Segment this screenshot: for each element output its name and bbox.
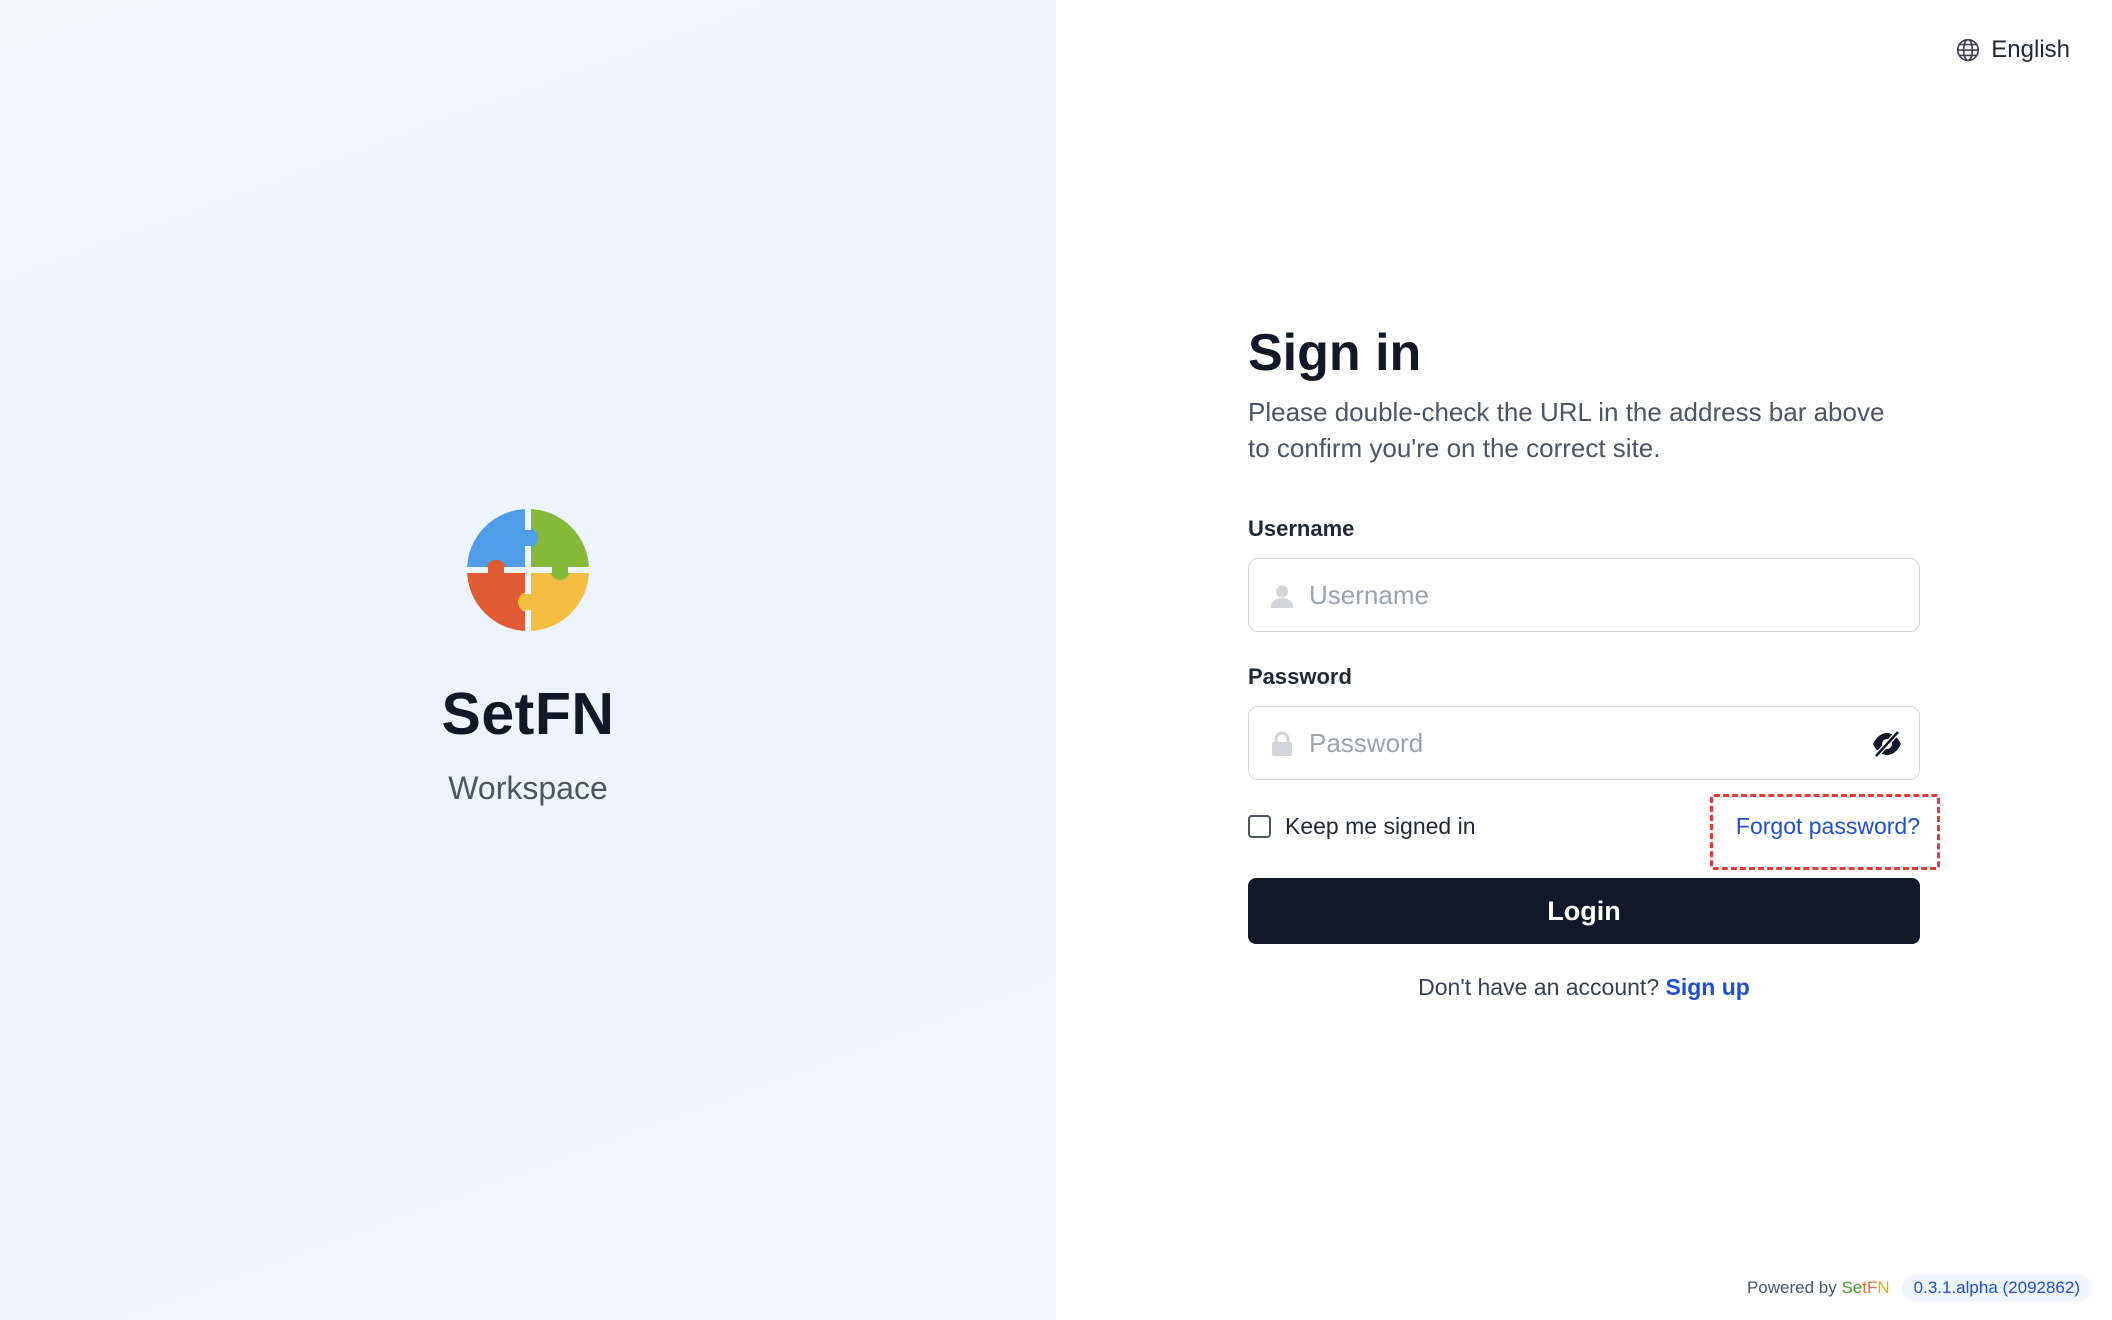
left-brand-panel: SetFN Workspace xyxy=(0,0,1056,1320)
powered-by-text: Powered by SetFN xyxy=(1747,1278,1890,1298)
keep-signed-in-label: Keep me signed in xyxy=(1285,812,1476,839)
password-label: Password xyxy=(1248,664,1352,689)
sign-in-form: Sign in Please double-check the URL in t… xyxy=(1248,320,1940,1001)
user-icon xyxy=(1269,583,1295,609)
page-title: Sign in xyxy=(1248,324,1422,382)
version-badge: 0.3.1.alpha (2092862) xyxy=(1901,1274,2092,1302)
globe-icon xyxy=(1955,37,1981,63)
language-selector[interactable]: English xyxy=(1955,36,2070,64)
footer-brand[interactable]: SetFN xyxy=(1841,1278,1889,1297)
footer-brand-part1: Se xyxy=(1841,1278,1863,1297)
brand-block: SetFN Workspace xyxy=(0,508,1056,807)
keep-signed-in-checkbox[interactable] xyxy=(1248,814,1271,838)
keep-signed-in[interactable]: Keep me signed in xyxy=(1248,813,1476,840)
footer-brand-part2: tF xyxy=(1862,1278,1878,1297)
no-account-text: Don't have an account? xyxy=(1418,974,1660,1000)
lock-icon xyxy=(1269,731,1295,757)
eye-off-icon[interactable] xyxy=(1871,729,1903,759)
sign-up-link[interactable]: Sign up xyxy=(1666,974,1750,1000)
options-row: Keep me signed in Forgot password? xyxy=(1248,794,1940,870)
footer: Powered by SetFN 0.3.1.alpha (2092862) xyxy=(1747,1274,2092,1302)
password-input[interactable] xyxy=(1249,707,1919,779)
right-form-panel: English Sign in Please double-check the … xyxy=(1056,0,2112,1320)
language-label: English xyxy=(1991,36,2070,63)
password-field-wrapper xyxy=(1248,706,1920,780)
powered-by-label: Powered by xyxy=(1746,1278,1837,1297)
login-button[interactable]: Login xyxy=(1248,878,1920,944)
signup-row: Don't have an account? Sign up xyxy=(1248,974,1920,1001)
page-subtitle: Please double-check the URL in the addre… xyxy=(1248,397,1885,463)
footer-brand-part3: N xyxy=(1877,1278,1890,1297)
username-input[interactable] xyxy=(1249,559,1919,631)
brand-name: SetFN xyxy=(441,681,615,747)
username-field-wrapper xyxy=(1248,558,1920,632)
username-label: Username xyxy=(1248,516,1355,541)
brand-subtitle: Workspace xyxy=(448,770,608,806)
puzzle-globe-icon xyxy=(466,508,590,632)
forgot-password-link[interactable]: Forgot password? xyxy=(1736,813,1920,840)
